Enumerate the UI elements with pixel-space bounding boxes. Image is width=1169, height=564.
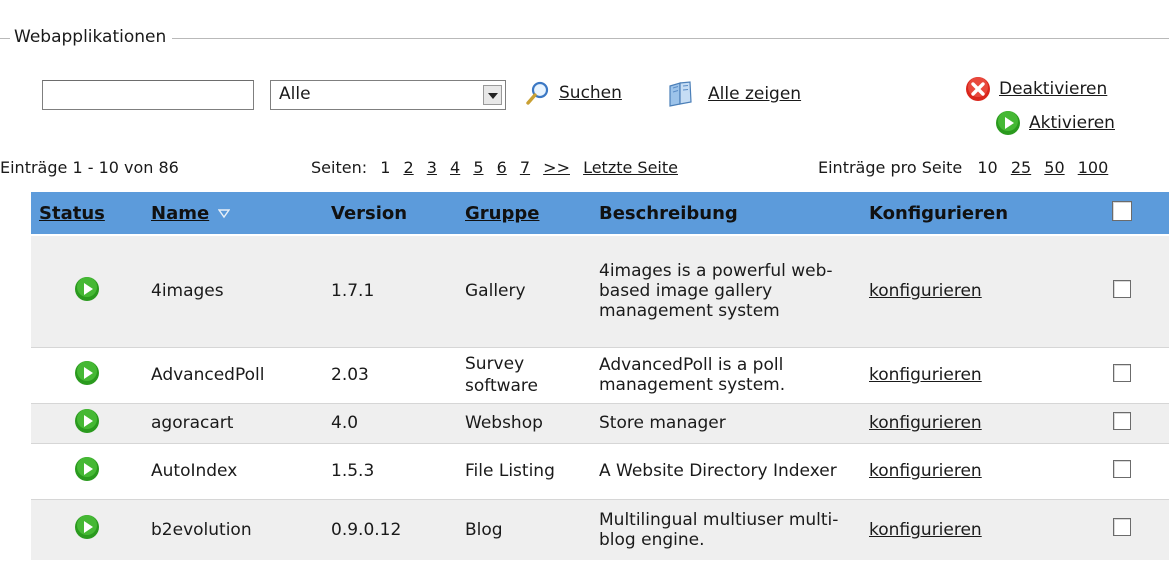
column-header-name[interactable]: Name bbox=[143, 192, 323, 236]
app-version: 1.5.3 bbox=[323, 443, 457, 500]
row-checkbox[interactable] bbox=[1113, 279, 1131, 298]
per-page-selector: Einträge pro Seite 10 25 50 100 bbox=[818, 158, 1108, 177]
page-link-5[interactable]: 5 bbox=[473, 158, 483, 177]
app-description: 4images is a powerful web-based image ga… bbox=[591, 235, 861, 348]
activate-button[interactable]: Aktivieren bbox=[995, 110, 1115, 136]
category-select[interactable]: Alle bbox=[270, 80, 506, 110]
configure-link[interactable]: konfigurieren bbox=[869, 520, 982, 540]
pages-label: Seiten: bbox=[311, 158, 368, 177]
column-header-status[interactable]: Status bbox=[31, 192, 143, 236]
app-name: AutoIndex bbox=[143, 443, 323, 500]
search-input[interactable] bbox=[42, 80, 254, 110]
column-header-group[interactable]: Gruppe bbox=[457, 192, 591, 236]
category-select-value: Alle bbox=[279, 84, 311, 104]
row-checkbox[interactable] bbox=[1113, 518, 1131, 537]
configure-link[interactable]: konfigurieren bbox=[869, 365, 982, 385]
app-group: Gallery bbox=[457, 235, 591, 348]
app-version: 0.9.0.12 bbox=[323, 499, 457, 562]
fieldset-legend: Webapplikationen bbox=[10, 25, 173, 49]
green-play-icon[interactable] bbox=[74, 456, 100, 482]
deactivate-button[interactable]: Deaktivieren bbox=[965, 76, 1107, 102]
configure-link[interactable]: konfigurieren bbox=[869, 461, 982, 481]
green-play-icon[interactable] bbox=[74, 408, 100, 434]
page-link-7[interactable]: 7 bbox=[520, 158, 530, 177]
activate-link[interactable]: Aktivieren bbox=[1029, 113, 1115, 133]
green-play-icon[interactable] bbox=[74, 276, 100, 302]
app-version: 2.03 bbox=[323, 347, 457, 404]
column-header-description: Beschreibung bbox=[591, 192, 861, 236]
app-version: 4.0 bbox=[323, 403, 457, 444]
column-header-version: Version bbox=[323, 192, 457, 236]
green-play-icon[interactable] bbox=[74, 360, 100, 386]
table-header-row: Status Name Version Gruppe Beschreibung … bbox=[31, 192, 1169, 236]
show-all-button[interactable]: Alle zeigen bbox=[666, 80, 801, 108]
app-name: AdvancedPoll bbox=[143, 347, 323, 404]
applications-table: Status Name Version Gruppe Beschreibung … bbox=[31, 192, 1169, 562]
status-cell bbox=[31, 499, 143, 562]
entries-info: Einträge 1 - 10 von 86 bbox=[0, 158, 179, 177]
fieldset-border bbox=[0, 38, 1169, 39]
app-description: A Website Directory Indexer bbox=[591, 443, 861, 500]
column-header-configure: Konfigurieren bbox=[861, 192, 1075, 236]
per-page-50[interactable]: 50 bbox=[1044, 158, 1064, 177]
last-page-link[interactable]: Letzte Seite bbox=[583, 158, 678, 177]
status-cell bbox=[31, 443, 143, 500]
page-link-3[interactable]: 3 bbox=[427, 158, 437, 177]
sort-down-icon bbox=[218, 208, 231, 218]
book-icon bbox=[669, 81, 692, 107]
per-page-label: Einträge pro Seite bbox=[818, 158, 963, 177]
app-group: Webshop bbox=[457, 403, 591, 444]
app-description: Store manager bbox=[591, 403, 861, 444]
app-version: 1.7.1 bbox=[323, 235, 457, 348]
page-link-6[interactable]: 6 bbox=[497, 158, 507, 177]
select-all-checkbox[interactable] bbox=[1112, 200, 1132, 221]
app-description: AdvancedPoll is a poll management system… bbox=[591, 347, 861, 404]
page-link-4[interactable]: 4 bbox=[450, 158, 460, 177]
app-description: Multilingual multiuser multi-blog engine… bbox=[591, 499, 861, 562]
configure-link[interactable]: konfigurieren bbox=[869, 413, 982, 433]
table-row: AutoIndex 1.5.3 File Listing A Website D… bbox=[31, 443, 1169, 500]
red-x-icon bbox=[966, 77, 990, 101]
search-icon bbox=[526, 81, 549, 105]
column-header-select-all bbox=[1075, 192, 1169, 236]
row-checkbox[interactable] bbox=[1113, 459, 1131, 478]
status-cell bbox=[31, 403, 143, 444]
row-checkbox[interactable] bbox=[1113, 411, 1131, 430]
page-current: 1 bbox=[380, 158, 391, 177]
deactivate-link[interactable]: Deaktivieren bbox=[999, 79, 1107, 99]
per-page-25[interactable]: 25 bbox=[1011, 158, 1031, 177]
status-cell bbox=[31, 347, 143, 404]
app-group: File Listing bbox=[457, 443, 591, 500]
page-next-link[interactable]: >> bbox=[543, 158, 570, 177]
per-page-100[interactable]: 100 bbox=[1078, 158, 1109, 177]
app-name: b2evolution bbox=[143, 499, 323, 562]
configure-link[interactable]: konfigurieren bbox=[869, 281, 982, 301]
row-checkbox[interactable] bbox=[1113, 363, 1131, 382]
table-row: agoracart 4.0 Webshop Store manager konf… bbox=[31, 403, 1169, 444]
search-link[interactable]: Suchen bbox=[559, 83, 622, 103]
per-page-current: 10 bbox=[977, 158, 998, 177]
chevron-down-icon[interactable] bbox=[483, 85, 502, 105]
app-group: Blog bbox=[457, 499, 591, 562]
app-name: agoracart bbox=[143, 403, 323, 444]
table-row: b2evolution 0.9.0.12 Blog Multilingual m… bbox=[31, 499, 1169, 562]
show-all-link[interactable]: Alle zeigen bbox=[708, 84, 801, 104]
status-cell bbox=[31, 235, 143, 348]
table-row: 4images 1.7.1 Gallery 4images is a power… bbox=[31, 235, 1169, 348]
app-name: 4images bbox=[143, 235, 323, 348]
green-play-icon bbox=[996, 111, 1020, 135]
app-group: Survey software bbox=[457, 347, 591, 404]
pagination: Seiten: 1 2 3 4 5 6 7 >> Letzte Seite bbox=[311, 158, 686, 177]
table-row: AdvancedPoll 2.03 Survey software Advanc… bbox=[31, 347, 1169, 404]
search-button[interactable]: Suchen bbox=[525, 80, 622, 106]
green-play-icon[interactable] bbox=[74, 514, 100, 540]
page-link-2[interactable]: 2 bbox=[403, 158, 413, 177]
